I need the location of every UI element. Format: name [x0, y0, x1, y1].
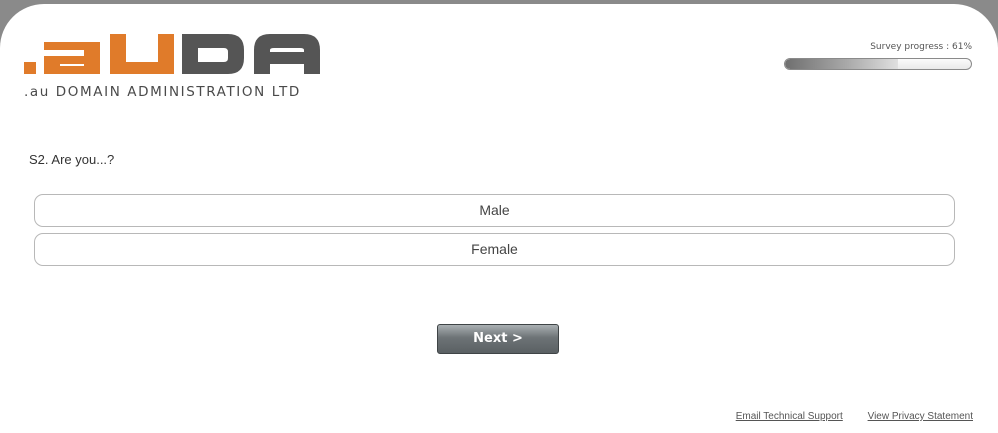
logo-tagline: .au DOMAIN ADMINISTRATION LTD: [24, 84, 301, 100]
progress-bar-fill: [785, 59, 899, 69]
option-female[interactable]: Female: [34, 233, 955, 266]
answer-options: Male Female: [34, 194, 955, 272]
progress-bar: [784, 58, 972, 70]
footer-links: Email Technical Support View Privacy Sta…: [714, 411, 973, 422]
view-privacy-statement-link[interactable]: View Privacy Statement: [868, 411, 973, 422]
question-text: S2. Are you...?: [29, 152, 115, 167]
survey-progress: Survey progress : 61%: [784, 42, 972, 70]
email-technical-support-link[interactable]: Email Technical Support: [736, 411, 843, 422]
auda-logo-mark: [24, 34, 320, 74]
next-button[interactable]: Next >: [437, 324, 559, 354]
progress-label: Survey progress : 61%: [870, 42, 972, 52]
option-male[interactable]: Male: [34, 194, 955, 227]
survey-page: .au DOMAIN ADMINISTRATION LTD Survey pro…: [0, 4, 998, 433]
auda-logo: .au DOMAIN ADMINISTRATION LTD: [22, 32, 322, 102]
